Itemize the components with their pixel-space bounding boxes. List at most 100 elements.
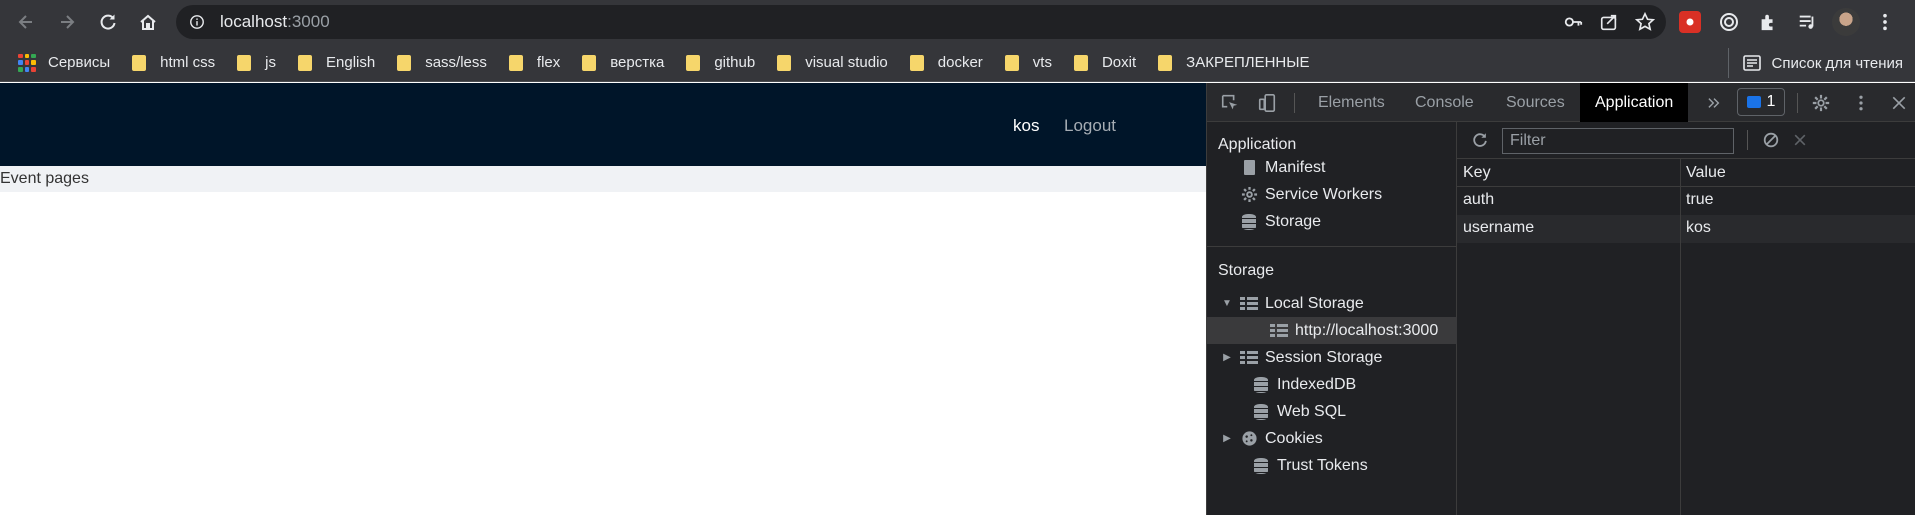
more-tabs-icon[interactable] bbox=[1703, 92, 1725, 114]
browser-toolbar: localhost:3000 bbox=[0, 0, 1915, 44]
bookmark-folder[interactable]: github bbox=[678, 48, 763, 78]
url-host: localhost bbox=[220, 12, 288, 31]
row-key: auth bbox=[1463, 191, 1495, 208]
bookmark-label: sass/less bbox=[425, 54, 487, 71]
media-queue-icon[interactable] bbox=[1793, 8, 1821, 36]
folder-icon bbox=[132, 54, 147, 71]
logout-link[interactable]: Logout bbox=[1064, 116, 1116, 136]
column-header-value[interactable]: Value bbox=[1686, 164, 1726, 182]
browser-menu-icon[interactable] bbox=[1871, 8, 1899, 36]
sidebar-item-local-storage[interactable]: ▼ Local Storage bbox=[1207, 290, 1457, 317]
folder-icon bbox=[1158, 54, 1173, 71]
database-icon bbox=[1251, 403, 1271, 421]
sidebar-item-storage[interactable]: Storage bbox=[1207, 208, 1457, 235]
column-divider[interactable] bbox=[1680, 159, 1681, 515]
sidebar-item-cookies[interactable]: ▶ Cookies bbox=[1207, 425, 1457, 452]
bookmark-label: ЗАКРЕПЛЕННЫЕ bbox=[1186, 54, 1310, 71]
sidebar-item-session-storage[interactable]: ▶ Session Storage bbox=[1207, 344, 1457, 371]
bookmark-folder[interactable]: Doxit bbox=[1066, 48, 1144, 78]
home-icon[interactable] bbox=[136, 10, 160, 34]
document-icon bbox=[1239, 159, 1259, 177]
collapsed-triangle-icon[interactable]: ▶ bbox=[1221, 352, 1233, 363]
issues-count: 1 bbox=[1766, 93, 1776, 110]
bookmark-folder[interactable]: html css bbox=[124, 48, 223, 78]
storage-table: Key Value auth true username kos bbox=[1457, 159, 1915, 515]
bookmark-folder[interactable]: flex bbox=[501, 48, 568, 78]
sidebar-item-service-workers[interactable]: Service Workers bbox=[1207, 181, 1457, 208]
expanded-triangle-icon[interactable]: ▼ bbox=[1221, 298, 1233, 309]
sidebar-item-manifest[interactable]: Manifest bbox=[1207, 154, 1457, 181]
bookmark-label: flex bbox=[536, 54, 561, 71]
extension-target-icon[interactable] bbox=[1715, 8, 1743, 36]
device-toolbar-icon[interactable] bbox=[1256, 92, 1278, 114]
forward-icon[interactable] bbox=[55, 10, 79, 34]
issues-badge[interactable]: 1 bbox=[1737, 88, 1785, 116]
settings-gear-icon[interactable] bbox=[1810, 92, 1832, 114]
bookmark-folder[interactable]: vts bbox=[997, 48, 1060, 78]
table-icon bbox=[1269, 322, 1289, 340]
header-username[interactable]: kos bbox=[1013, 116, 1039, 136]
gear-icon bbox=[1239, 186, 1259, 204]
toolbar-divider bbox=[1294, 93, 1295, 113]
collapsed-triangle-icon[interactable]: ▶ bbox=[1221, 433, 1233, 444]
reload-icon[interactable] bbox=[96, 10, 120, 34]
sidebar-item-label: Storage bbox=[1265, 212, 1322, 230]
filter-input[interactable] bbox=[1502, 128, 1734, 154]
back-icon[interactable] bbox=[14, 10, 38, 34]
toolbar-divider bbox=[1747, 130, 1748, 150]
tab-sources[interactable]: Sources bbox=[1506, 83, 1565, 122]
section-heading-application: Application bbox=[1218, 136, 1297, 153]
row-key: username bbox=[1463, 219, 1535, 236]
sidebar-item-trust-tokens[interactable]: Trust Tokens bbox=[1207, 452, 1457, 479]
delete-selected-icon[interactable] bbox=[1789, 129, 1811, 151]
site-info-icon[interactable] bbox=[188, 13, 206, 31]
bookmark-folder[interactable]: docker bbox=[902, 48, 991, 78]
address-bar[interactable]: localhost:3000 bbox=[176, 5, 1666, 39]
devtools-menu-icon[interactable] bbox=[1850, 92, 1872, 114]
table-row[interactable]: auth true bbox=[1457, 187, 1915, 215]
bookmark-label: верстка bbox=[610, 54, 665, 71]
share-icon[interactable] bbox=[1598, 11, 1620, 33]
bookmark-folder[interactable]: верстка bbox=[574, 48, 672, 78]
url-port: :3000 bbox=[287, 12, 330, 31]
folder-icon bbox=[237, 54, 252, 71]
bookmark-label: js bbox=[265, 54, 277, 71]
bookmark-apps[interactable]: Сервисы bbox=[10, 48, 118, 78]
table-icon bbox=[1239, 349, 1259, 367]
tab-application[interactable]: Application bbox=[1580, 83, 1689, 122]
sidebar-item-label: Service Workers bbox=[1265, 185, 1383, 203]
page-content-text: Event pages bbox=[0, 170, 89, 187]
tab-console[interactable]: Console bbox=[1415, 83, 1474, 122]
bookmark-folder[interactable]: ЗАКРЕПЛЕННЫЕ bbox=[1150, 48, 1317, 78]
sidebar-item-local-storage-origin[interactable]: http://localhost:3000 bbox=[1207, 317, 1457, 344]
message-icon bbox=[1746, 96, 1761, 108]
extensions-puzzle-icon[interactable] bbox=[1754, 8, 1782, 36]
bookmark-folder[interactable]: English bbox=[290, 48, 383, 78]
clear-all-icon[interactable] bbox=[1760, 129, 1782, 151]
reading-list-button[interactable]: Список для чтения bbox=[1728, 48, 1903, 78]
bookmark-label: github bbox=[714, 54, 756, 71]
bookmarks-bar: Сервисы html css js English sass/less fl… bbox=[0, 44, 1915, 82]
profile-avatar[interactable] bbox=[1832, 8, 1860, 36]
sidebar-item-websql[interactable]: Web SQL bbox=[1207, 398, 1457, 425]
refresh-icon[interactable] bbox=[1469, 129, 1491, 151]
close-icon[interactable] bbox=[1888, 92, 1910, 114]
bookmark-label: html css bbox=[160, 54, 216, 71]
sidebar-item-label: Session Storage bbox=[1265, 348, 1383, 366]
sidebar-item-indexeddb[interactable]: IndexedDB bbox=[1207, 371, 1457, 398]
bookmark-star-icon[interactable] bbox=[1634, 11, 1656, 33]
key-icon[interactable] bbox=[1562, 11, 1584, 33]
sidebar-item-label: Local Storage bbox=[1265, 294, 1364, 312]
tab-elements[interactable]: Elements bbox=[1318, 83, 1385, 122]
bookmark-label: docker bbox=[937, 54, 983, 71]
bookmark-label: English bbox=[326, 54, 376, 71]
database-icon bbox=[1251, 376, 1271, 394]
bookmark-folder[interactable]: sass/less bbox=[389, 48, 495, 78]
bookmark-folder[interactable]: visual studio bbox=[769, 48, 896, 78]
section-heading-storage: Storage bbox=[1218, 262, 1275, 279]
bookmark-folder[interactable]: js bbox=[229, 48, 284, 78]
column-header-key[interactable]: Key bbox=[1463, 164, 1491, 182]
table-row[interactable]: username kos bbox=[1457, 215, 1915, 243]
extension-red-icon[interactable] bbox=[1676, 8, 1704, 36]
inspect-element-icon[interactable] bbox=[1219, 92, 1241, 114]
